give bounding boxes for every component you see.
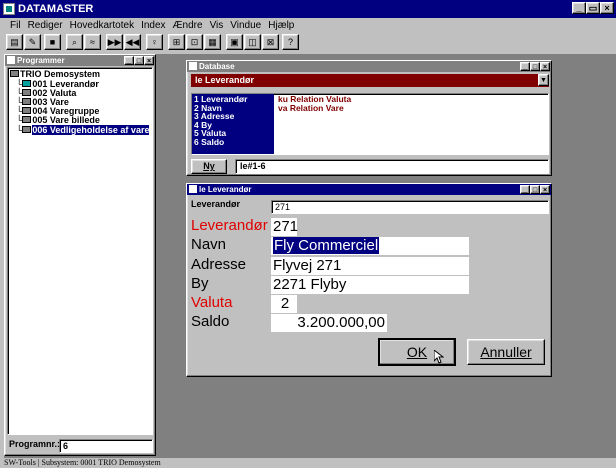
- database-field-list[interactable]: 1 Leverandør 2 Navn 3 Adresse 4 By 5 Val…: [191, 93, 549, 155]
- maximize-icon[interactable]: □: [530, 62, 540, 71]
- minimize-icon[interactable]: _: [124, 56, 134, 65]
- new-button[interactable]: Ny: [191, 159, 227, 174]
- navn-label: Navn: [191, 236, 227, 253]
- database-table-value: le Leverandør: [195, 75, 255, 85]
- valuta-field[interactable]: 2: [271, 295, 297, 313]
- open-icon[interactable]: ▤: [6, 34, 23, 50]
- menu-help[interactable]: Hjælp: [268, 20, 294, 31]
- saldo-field[interactable]: 3.200.000,00: [271, 314, 387, 332]
- delete-icon[interactable]: ⊠: [262, 34, 279, 50]
- chart-icon[interactable]: ✎: [24, 34, 41, 50]
- database-title-bar: Database _ □ ×: [187, 61, 551, 72]
- leverandor-field[interactable]: 271: [271, 218, 298, 236]
- programmer-title: Programmer: [17, 56, 65, 65]
- programmer-window: Programmer _ □ × TRIO Demosystem └ 001 Le…: [4, 54, 156, 456]
- mouse-cursor-icon: [434, 350, 444, 364]
- menu-file[interactable]: Fil: [10, 20, 21, 31]
- filter-icon[interactable]: ≈: [84, 34, 101, 50]
- cancel-button[interactable]: Annuller: [467, 339, 545, 365]
- find-icon[interactable]: ⌕: [66, 34, 83, 50]
- key-label: Leverandør: [191, 199, 241, 209]
- close-icon[interactable]: ×: [144, 56, 154, 65]
- by-field[interactable]: 2271 Flyby: [271, 276, 469, 294]
- help-icon[interactable]: ?: [282, 34, 299, 50]
- menu-edit[interactable]: Rediger: [28, 20, 63, 31]
- programmer-window-controls: _ □ ×: [124, 56, 154, 65]
- menu-bar: Fil Rediger Hovedkartotek Index Ændre Vi…: [0, 18, 616, 32]
- program-number-label: Programnr.:: [9, 439, 61, 449]
- list-item[interactable]: 6 Saldo: [194, 138, 274, 147]
- table-icon[interactable]: ⊞: [168, 34, 185, 50]
- program-icon: [22, 80, 32, 88]
- programmer-title-bar: Programmer _ □ ×: [5, 55, 155, 66]
- folder-open-icon: [10, 70, 19, 78]
- list-item[interactable]: va Relation Vare: [278, 103, 351, 113]
- navn-field[interactable]: Fly Commerciel: [271, 237, 469, 255]
- saldo-label: Saldo: [191, 313, 230, 330]
- print-icon[interactable]: ▣: [226, 34, 243, 50]
- window-icon[interactable]: [7, 56, 15, 64]
- program-icon: [22, 116, 32, 124]
- program-icon: [22, 126, 32, 134]
- maximize-icon[interactable]: □: [530, 185, 540, 194]
- app-window-controls: _ ▭ ×: [572, 2, 614, 14]
- field-list[interactable]: 1 Leverandør 2 Navn 3 Adresse 4 By 5 Val…: [192, 94, 274, 154]
- view-icon[interactable]: ◫: [244, 34, 261, 50]
- adresse-field[interactable]: Flyvej 271: [271, 257, 469, 275]
- minimize-icon[interactable]: _: [572, 2, 586, 14]
- valuta-label: Valuta: [191, 294, 233, 311]
- menu-main-file[interactable]: Hovedkartotek: [70, 20, 134, 31]
- window-icon[interactable]: [189, 185, 197, 193]
- layout-icon[interactable]: ▦: [204, 34, 221, 50]
- navn-selected-text: Fly Commerciel: [273, 237, 380, 254]
- prev-icon[interactable]: ◀◀: [124, 34, 141, 50]
- database-window: Database _ □ × le Leverandør ▼ 1 Leveran…: [186, 60, 552, 176]
- minimize-icon[interactable]: _: [520, 62, 530, 71]
- program-number-field[interactable]: 6: [59, 439, 153, 453]
- program-icon: [22, 89, 32, 97]
- relation-list[interactable]: ku Relation Valuta va Relation Vare: [278, 95, 351, 112]
- form-icon[interactable]: ⊡: [186, 34, 203, 50]
- status-bar: SW-Tools | Subsystem: 0001 TRIO Demosyst…: [4, 458, 161, 467]
- program-icon: [22, 107, 32, 115]
- save-icon[interactable]: ■: [44, 34, 61, 50]
- adresse-label: Adresse: [191, 256, 247, 273]
- tree-item-vedligeholdelse[interactable]: └ 006 Vedligeholdelse af vare: [16, 125, 150, 135]
- expression-field[interactable]: le#1-6: [235, 159, 549, 174]
- app-title: DATAMASTER: [18, 3, 94, 15]
- window-icon[interactable]: [189, 62, 197, 70]
- supplier-form-window: le Leverandør _ □ × Leverandør 271 Lever…: [186, 183, 552, 377]
- maximize-icon[interactable]: □: [134, 56, 144, 65]
- app-icon[interactable]: [3, 3, 15, 15]
- menu-view[interactable]: Vis: [210, 20, 224, 31]
- program-tree[interactable]: TRIO Demosystem └ 001 Leverandør └ 002 Val…: [7, 67, 153, 435]
- chevron-down-icon[interactable]: ▼: [538, 74, 549, 86]
- bulb-icon[interactable]: ♀: [146, 34, 163, 50]
- close-icon[interactable]: ×: [540, 185, 550, 194]
- leverandor-label: Leverandør: [191, 217, 268, 234]
- restore-icon[interactable]: ▭: [586, 2, 600, 14]
- close-icon[interactable]: ×: [540, 62, 550, 71]
- database-window-controls: _ □ ×: [520, 62, 550, 71]
- app-title-bar: DATAMASTER _ ▭ ×: [0, 0, 616, 18]
- key-field[interactable]: 271: [271, 200, 549, 214]
- form-window-controls: _ □ ×: [520, 185, 550, 194]
- close-icon[interactable]: ×: [600, 2, 614, 14]
- minimize-icon[interactable]: _: [520, 185, 530, 194]
- by-label: By: [191, 275, 209, 292]
- menu-window[interactable]: Vindue: [230, 20, 261, 31]
- form-title: le Leverandør: [199, 185, 252, 194]
- database-title: Database: [199, 62, 235, 71]
- tree-item-vare-billede[interactable]: └ 005 Vare billede: [16, 115, 100, 125]
- next-icon[interactable]: ▶▶: [106, 34, 123, 50]
- database-table-select[interactable]: le Leverandør ▼: [191, 74, 549, 87]
- menu-index[interactable]: Index: [141, 20, 165, 31]
- tree-root[interactable]: TRIO Demosystem: [10, 69, 100, 79]
- menu-change[interactable]: Ændre: [173, 20, 203, 31]
- form-title-bar: le Leverandør _ □ ×: [187, 184, 551, 195]
- program-icon: [22, 98, 32, 106]
